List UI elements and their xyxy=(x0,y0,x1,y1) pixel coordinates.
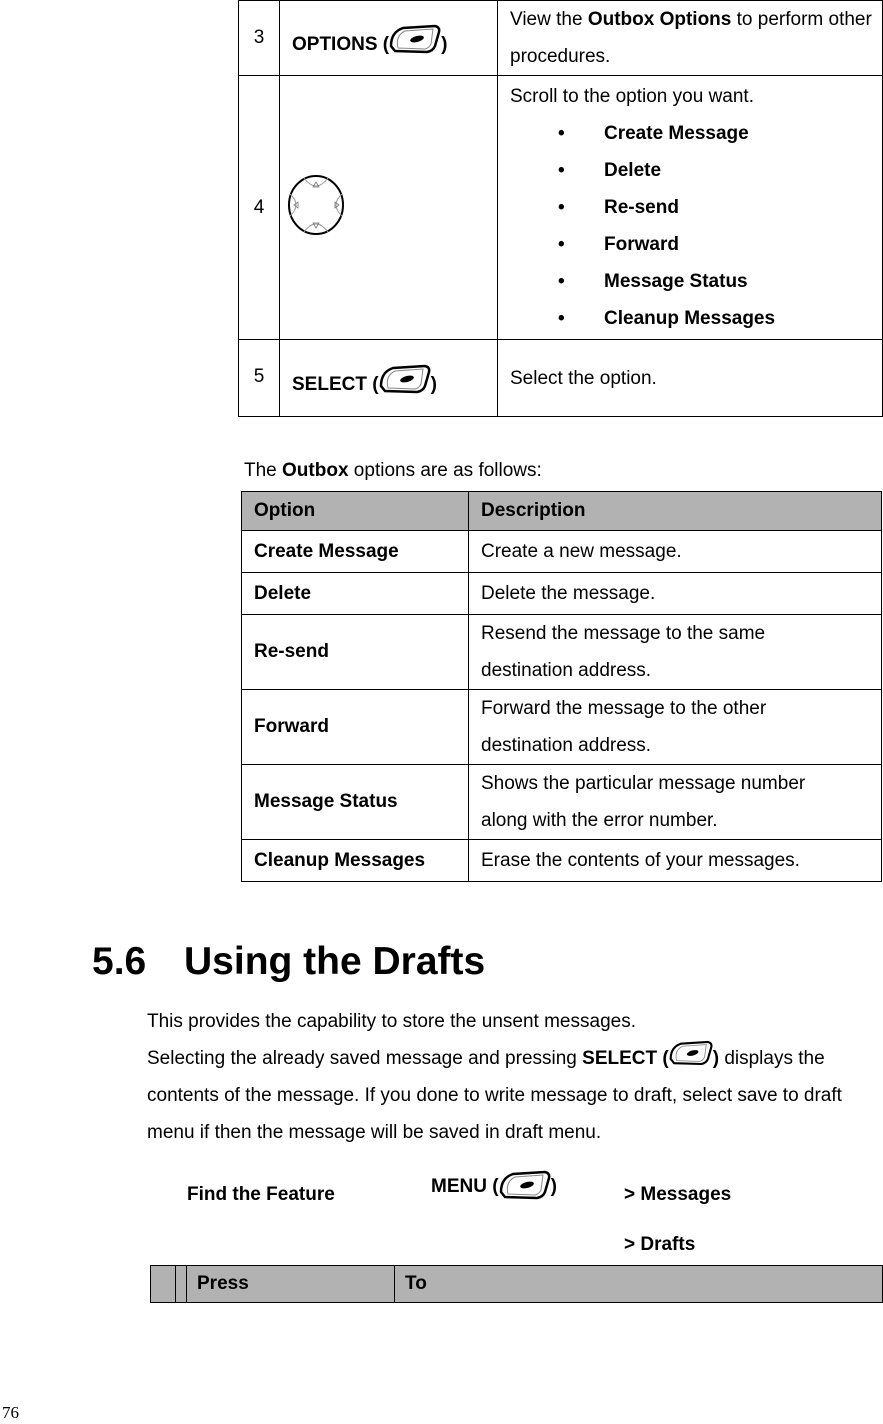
table-header-row: Option Description xyxy=(241,491,882,531)
desc-text: Scroll to the option you want. xyxy=(510,86,754,107)
key-close: ) xyxy=(430,374,437,396)
column-header: Description xyxy=(468,491,882,531)
section-title: Using the Drafts xyxy=(184,940,486,983)
list-item: Forward xyxy=(510,226,882,263)
intro-bold: Outbox xyxy=(282,460,349,481)
intro-text: The xyxy=(244,460,283,481)
table-row: Delete Delete the message. xyxy=(241,572,882,615)
option-list: Create Message Delete Re-send Forward Me… xyxy=(510,115,882,337)
find-feature-label: Find the Feature xyxy=(187,1184,335,1205)
step-description: Scroll to the option you want. Create Me… xyxy=(497,75,883,340)
page-number: 76 xyxy=(2,1403,19,1422)
column-header xyxy=(150,1265,176,1303)
step-number: 5 xyxy=(238,339,280,417)
softkey-icon xyxy=(669,1040,713,1066)
key-label: OPTIONS ( xyxy=(292,34,390,56)
option-name: Create Message xyxy=(241,530,469,573)
section-number: 5.6 xyxy=(92,940,147,983)
softkey-icon xyxy=(379,364,430,394)
paragraph: This provides the capability to store th… xyxy=(147,1011,636,1032)
menu-path-item: > Messages xyxy=(624,1184,732,1205)
table-row: Message Status Shows the particular mess… xyxy=(241,764,882,840)
table-header-row: Press To xyxy=(150,1265,883,1303)
menu-label: MENU ( xyxy=(431,1176,499,1198)
option-description: Erase the contents of your messages. xyxy=(468,839,882,882)
option-description: Resend the message to the same destinati… xyxy=(468,614,882,690)
table-row: Forward Forward the message to the other… xyxy=(241,689,882,765)
intro-text: options are as follows: xyxy=(348,460,542,481)
step-key: SELECT () xyxy=(279,339,498,417)
list-item: Cleanup Messages xyxy=(510,300,882,337)
find-feature-row: Find the Feature MENU () > Messages > Dr… xyxy=(187,1170,883,1260)
option-description: Delete the message. xyxy=(468,572,882,615)
table-row: Create Message Create a new message. xyxy=(241,530,882,573)
step-table: 3 OPTIONS () View the Outbox Options to … xyxy=(238,0,883,417)
softkey-icon xyxy=(389,24,441,54)
key-label: SELECT ( xyxy=(292,374,379,396)
column-header: Option xyxy=(241,491,469,531)
step-key xyxy=(279,75,498,340)
paragraph: Selecting the already saved message and … xyxy=(147,1040,882,1151)
list-item: Delete xyxy=(510,152,882,189)
option-name: Delete xyxy=(241,572,469,615)
outbox-options-table: Option Description Create Message Create… xyxy=(241,491,882,882)
list-item: Message Status xyxy=(510,263,882,300)
step-description: View the Outbox Options to perform other… xyxy=(497,0,883,76)
table-row: Cleanup Messages Erase the contents of y… xyxy=(241,839,882,882)
option-description: Shows the particular message number alon… xyxy=(468,764,882,840)
nav-key-icon xyxy=(288,174,344,235)
para-bold: SELECT ( xyxy=(582,1048,669,1069)
option-name: Message Status xyxy=(241,764,469,840)
option-description: Create a new message. xyxy=(468,530,882,573)
option-name: Re-send xyxy=(241,614,469,690)
table-row: 5 SELECT () Select the option. xyxy=(238,339,883,417)
para-text: Selecting the already saved message and … xyxy=(147,1048,583,1069)
menu-path-item: > Drafts xyxy=(624,1234,696,1255)
column-header-spacer xyxy=(175,1265,187,1303)
step-number: 3 xyxy=(238,0,280,76)
list-item: Create Message xyxy=(510,115,882,152)
step-number: 4 xyxy=(238,75,280,340)
table-row: Re-send Resend the message to the same d… xyxy=(241,614,882,690)
desc-text: View the xyxy=(510,9,588,30)
softkey-icon xyxy=(499,1170,550,1200)
step-description: Select the option. xyxy=(497,339,883,417)
outbox-intro: The Outbox options are as follows: xyxy=(244,460,542,482)
menu-close: ) xyxy=(550,1176,557,1198)
table-row: 3 OPTIONS () View the Outbox Options to … xyxy=(238,0,883,76)
section-heading: 5.6 Using the Drafts xyxy=(92,940,485,984)
desc-bold: Outbox Options xyxy=(587,9,732,30)
column-header: To xyxy=(394,1265,883,1303)
step-key: OPTIONS () xyxy=(279,0,498,76)
option-description: Forward the message to the other destina… xyxy=(468,689,882,765)
table-row: 4 Scroll to the option you want. Create … xyxy=(238,75,883,340)
option-name: Cleanup Messages xyxy=(241,839,469,882)
key-close: ) xyxy=(441,34,448,56)
list-item: Re-send xyxy=(510,189,882,226)
option-name: Forward xyxy=(241,689,469,765)
column-header: Press xyxy=(186,1265,395,1303)
press-table: Press To xyxy=(150,1265,883,1303)
menu-key: MENU () xyxy=(431,1170,557,1202)
